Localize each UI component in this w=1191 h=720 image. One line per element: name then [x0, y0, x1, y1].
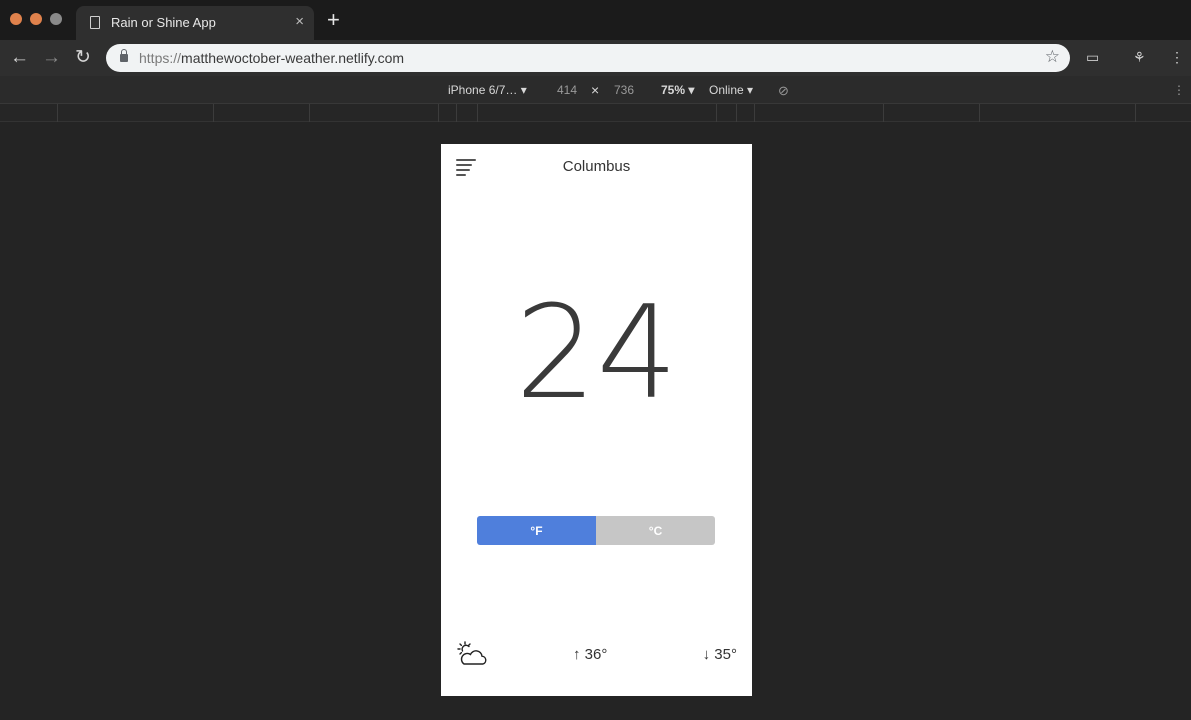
media-query-ruler	[0, 104, 1191, 122]
browser-tab[interactable]: Rain or Shine App ×	[76, 6, 314, 40]
maximize-window-button[interactable]	[50, 13, 62, 25]
device-select[interactable]: iPhone 6/7… ▾	[448, 83, 527, 97]
forward-button[interactable]: →	[42, 47, 61, 69]
minimize-window-button[interactable]	[30, 13, 42, 25]
rotate-icon[interactable]: ⊘	[778, 83, 789, 99]
address-bar[interactable]: https://matthewoctober-weather.netlify.c…	[106, 44, 1070, 72]
partly-cloudy-icon	[457, 641, 487, 665]
zoom-select[interactable]: 75% ▾	[661, 83, 694, 97]
lock-icon	[120, 49, 128, 62]
extension-icon[interactable]: ⚘	[1133, 49, 1146, 66]
high-temperature: ↑ 36°	[573, 646, 608, 663]
browser-toolbar: ← → ↻ https://matthewoctober-weather.net…	[0, 40, 1191, 76]
city-name: Columbus	[562, 158, 631, 175]
bookmark-star-icon[interactable]: ☆	[1045, 47, 1060, 67]
tab-title: Rain or Shine App	[111, 15, 216, 30]
fahrenheit-button[interactable]: °F	[477, 516, 596, 545]
viewport-height[interactable]: 736	[614, 83, 634, 97]
more-options-icon[interactable]: ⋮	[1173, 83, 1185, 97]
back-button[interactable]: ←	[10, 47, 29, 69]
low-temperature: ↓ 35°	[702, 646, 737, 663]
reload-button[interactable]: ↻	[75, 47, 91, 69]
tab-close-button[interactable]: ×	[295, 13, 304, 31]
celsius-button[interactable]: °C	[596, 516, 715, 545]
viewport-width[interactable]: 414	[557, 83, 577, 97]
title-bar: Rain or Shine App × +	[0, 0, 1191, 40]
dimension-separator: ×	[591, 82, 600, 98]
url-scheme: https://	[139, 50, 182, 66]
menu-dots-icon[interactable]: ⋮	[1170, 49, 1184, 66]
temperature-value: 24	[515, 279, 678, 428]
close-window-button[interactable]	[10, 13, 22, 25]
forecast-footer: ↑ 36° ↓ 35°	[441, 640, 752, 670]
unit-toggle: °F °C	[477, 516, 715, 545]
url-host: matthewoctober-weather.netlify.com	[181, 50, 405, 66]
new-tab-button[interactable]: +	[327, 9, 340, 31]
device-toolbar: iPhone 6/7… ▾ 414 × 736 75% ▾ Online ▾ ⊘…	[0, 76, 1191, 104]
cast-icon[interactable]: ▭	[1086, 49, 1099, 66]
phone-viewport: Columbus 24 °F °C ↑ 36° ↓ 35°	[441, 144, 752, 696]
document-icon	[90, 16, 100, 29]
url-text[interactable]: https://matthewoctober-weather.netlify.c…	[139, 50, 404, 66]
network-throttle-select[interactable]: Online ▾	[709, 83, 753, 97]
